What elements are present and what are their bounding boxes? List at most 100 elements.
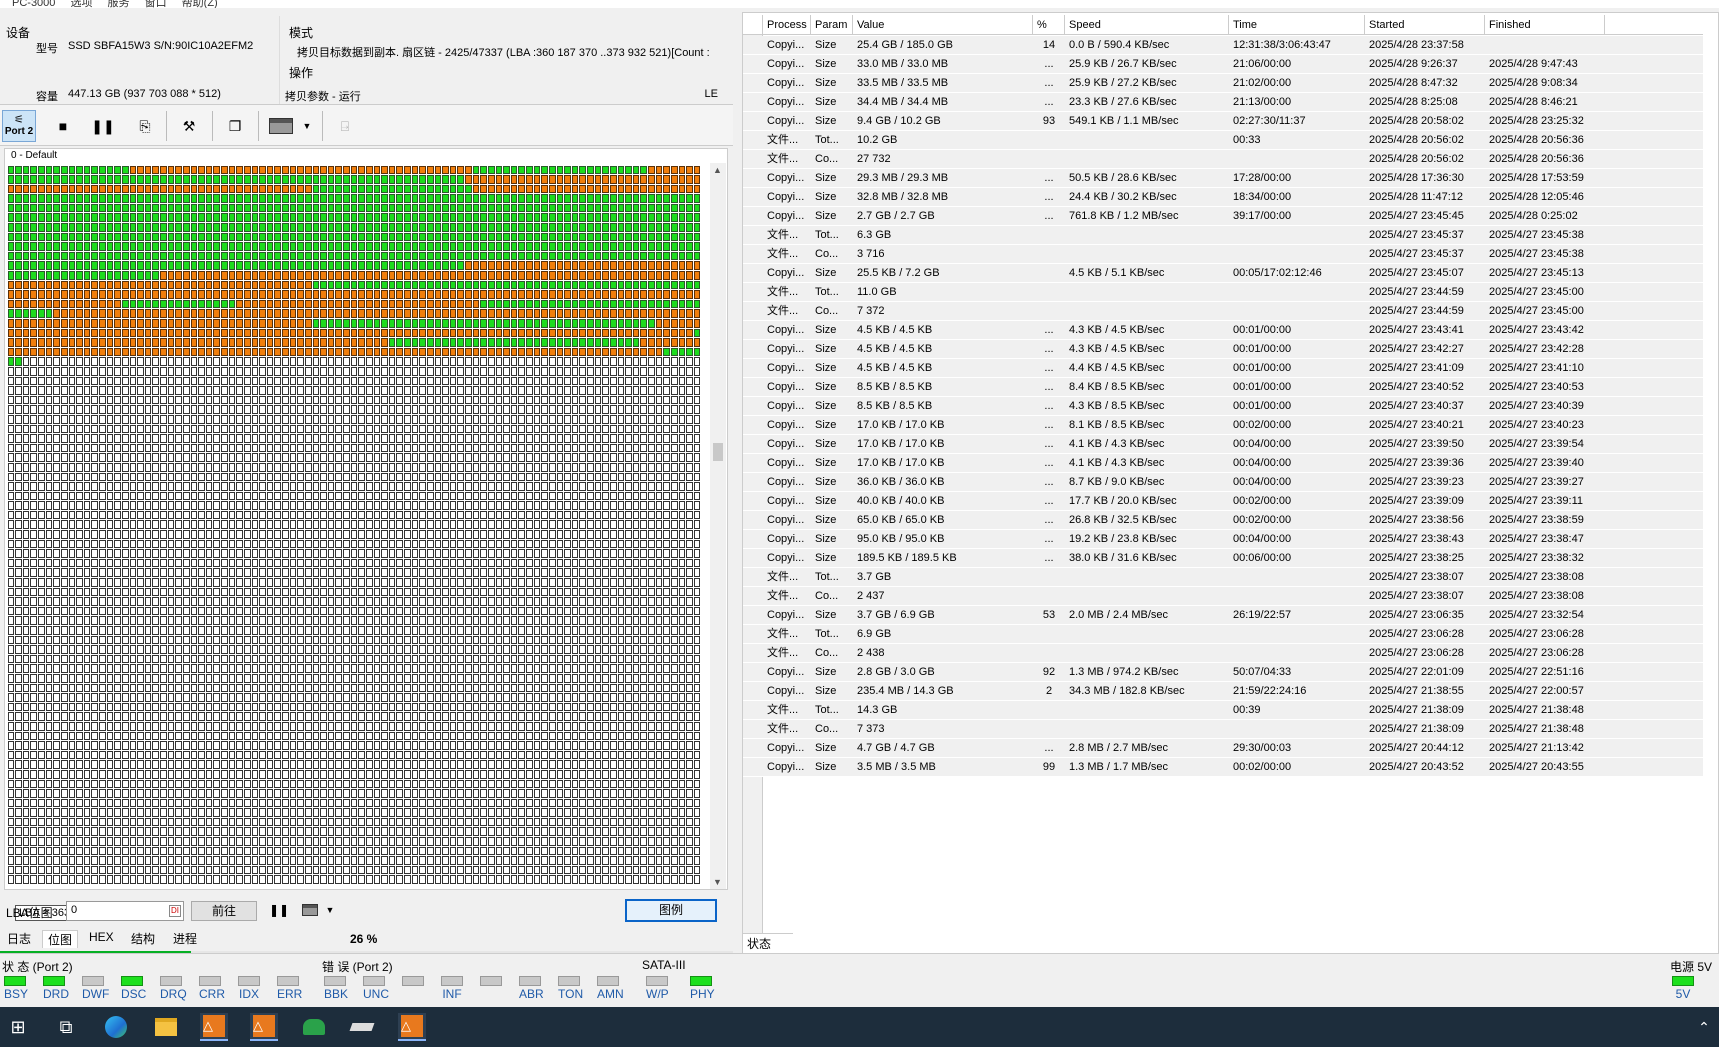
sector-cell[interactable] [640, 251, 647, 261]
sector-cell[interactable] [670, 530, 678, 539]
sector-cell[interactable] [282, 261, 289, 271]
sector-cell[interactable] [686, 578, 693, 587]
sector-cell[interactable] [129, 587, 137, 597]
sector-cell[interactable] [175, 645, 182, 654]
sector-cell[interactable] [541, 462, 548, 472]
sector-cell[interactable] [487, 271, 495, 280]
sector-cell[interactable] [594, 184, 602, 194]
sector-cell[interactable] [548, 549, 556, 558]
sector-cell[interactable] [312, 165, 320, 175]
sector-cell[interactable] [53, 184, 60, 194]
sector-cell[interactable] [472, 472, 480, 482]
sector-cell[interactable] [304, 175, 312, 184]
sector-cell[interactable] [648, 424, 655, 434]
sector-cell[interactable] [381, 223, 388, 232]
sector-cell[interactable] [91, 510, 98, 520]
sector-cell[interactable] [350, 184, 358, 194]
sector-cell[interactable] [175, 472, 182, 482]
sector-cell[interactable] [587, 280, 594, 290]
sector-cell[interactable] [465, 645, 472, 654]
sector-cell[interactable] [495, 319, 503, 328]
sector-cell[interactable] [663, 587, 670, 597]
sector-cell[interactable] [289, 635, 297, 645]
sector-cell[interactable] [365, 309, 373, 318]
sector-cell[interactable] [396, 462, 403, 472]
sector-cell[interactable] [663, 203, 670, 213]
sector-cell[interactable] [327, 414, 335, 424]
sector-cell[interactable] [510, 549, 518, 558]
sector-cell[interactable] [221, 472, 228, 482]
sector-cell[interactable] [670, 424, 678, 434]
sector-cell[interactable] [304, 194, 312, 203]
sector-cell[interactable] [53, 539, 60, 549]
sector-cell[interactable] [548, 616, 556, 625]
sector-cell[interactable] [419, 530, 426, 539]
sector-cell[interactable] [350, 462, 358, 472]
sector-cell[interactable] [137, 453, 144, 462]
sector-cell[interactable] [632, 664, 640, 673]
sector-cell[interactable] [396, 635, 403, 645]
sector-cell[interactable] [457, 491, 464, 501]
sector-cell[interactable] [388, 424, 396, 434]
sector-cell[interactable] [457, 510, 464, 520]
sector-cell[interactable] [442, 347, 449, 357]
sector-cell[interactable] [632, 587, 640, 597]
sector-cell[interactable] [259, 664, 266, 673]
sector-cell[interactable] [68, 347, 76, 357]
sector-cell[interactable] [76, 251, 83, 261]
sector-cell[interactable] [533, 261, 541, 271]
sector-cell[interactable] [106, 539, 114, 549]
sector-cell[interactable] [213, 280, 220, 290]
sector-cell[interactable] [617, 568, 625, 578]
sector-cell[interactable] [144, 616, 152, 625]
sector-cell[interactable] [495, 568, 503, 578]
sector-cell[interactable] [579, 223, 586, 232]
sector-cell[interactable] [625, 328, 632, 338]
sector-cell[interactable] [388, 395, 396, 405]
sector-cell[interactable] [175, 635, 182, 645]
sector-cell[interactable] [571, 654, 579, 664]
sector-cell[interactable] [45, 347, 53, 357]
sector-cell[interactable] [121, 261, 129, 271]
sector-cell[interactable] [365, 251, 373, 261]
sector-cell[interactable] [518, 501, 525, 510]
sector-cell[interactable] [571, 271, 579, 280]
sector-cell[interactable] [129, 472, 137, 482]
sector-cell[interactable] [381, 319, 388, 328]
sector-cell[interactable] [343, 616, 350, 625]
sector-cell[interactable] [15, 597, 22, 606]
sector-cell[interactable] [289, 194, 297, 203]
sector-cell[interactable] [60, 261, 68, 271]
sector-cell[interactable] [609, 290, 617, 299]
sector-cell[interactable] [449, 491, 457, 501]
sector-cell[interactable] [579, 242, 586, 251]
sector-cell[interactable] [693, 386, 701, 395]
sector-cell[interactable] [579, 271, 586, 280]
sector-cell[interactable] [587, 587, 594, 597]
sector-cell[interactable] [617, 462, 625, 472]
sector-cell[interactable] [76, 683, 83, 693]
sector-cell[interactable] [465, 587, 472, 597]
sector-cell[interactable] [617, 319, 625, 328]
sector-cell[interactable] [190, 645, 198, 654]
sector-cell[interactable] [99, 395, 106, 405]
sector-cell[interactable] [373, 626, 381, 635]
sector-cell[interactable] [526, 194, 533, 203]
sector-cell[interactable] [556, 203, 564, 213]
sector-cell[interactable] [15, 491, 22, 501]
sector-cell[interactable] [579, 530, 586, 539]
sector-cell[interactable] [243, 549, 251, 558]
sector-cell[interactable] [655, 338, 663, 347]
sector-cell[interactable] [297, 251, 304, 261]
menu-item[interactable]: 窗口 [145, 0, 167, 8]
sector-cell[interactable] [350, 654, 358, 664]
sector-cell[interactable] [465, 462, 472, 472]
sector-cell[interactable] [297, 309, 304, 318]
sector-cell[interactable] [182, 405, 190, 414]
sector-cell[interactable] [243, 654, 251, 664]
sector-cell[interactable] [533, 568, 541, 578]
sector-cell[interactable] [7, 261, 15, 271]
sector-cell[interactable] [472, 635, 480, 645]
sector-cell[interactable] [266, 299, 274, 309]
sector-cell[interactable] [152, 645, 159, 654]
